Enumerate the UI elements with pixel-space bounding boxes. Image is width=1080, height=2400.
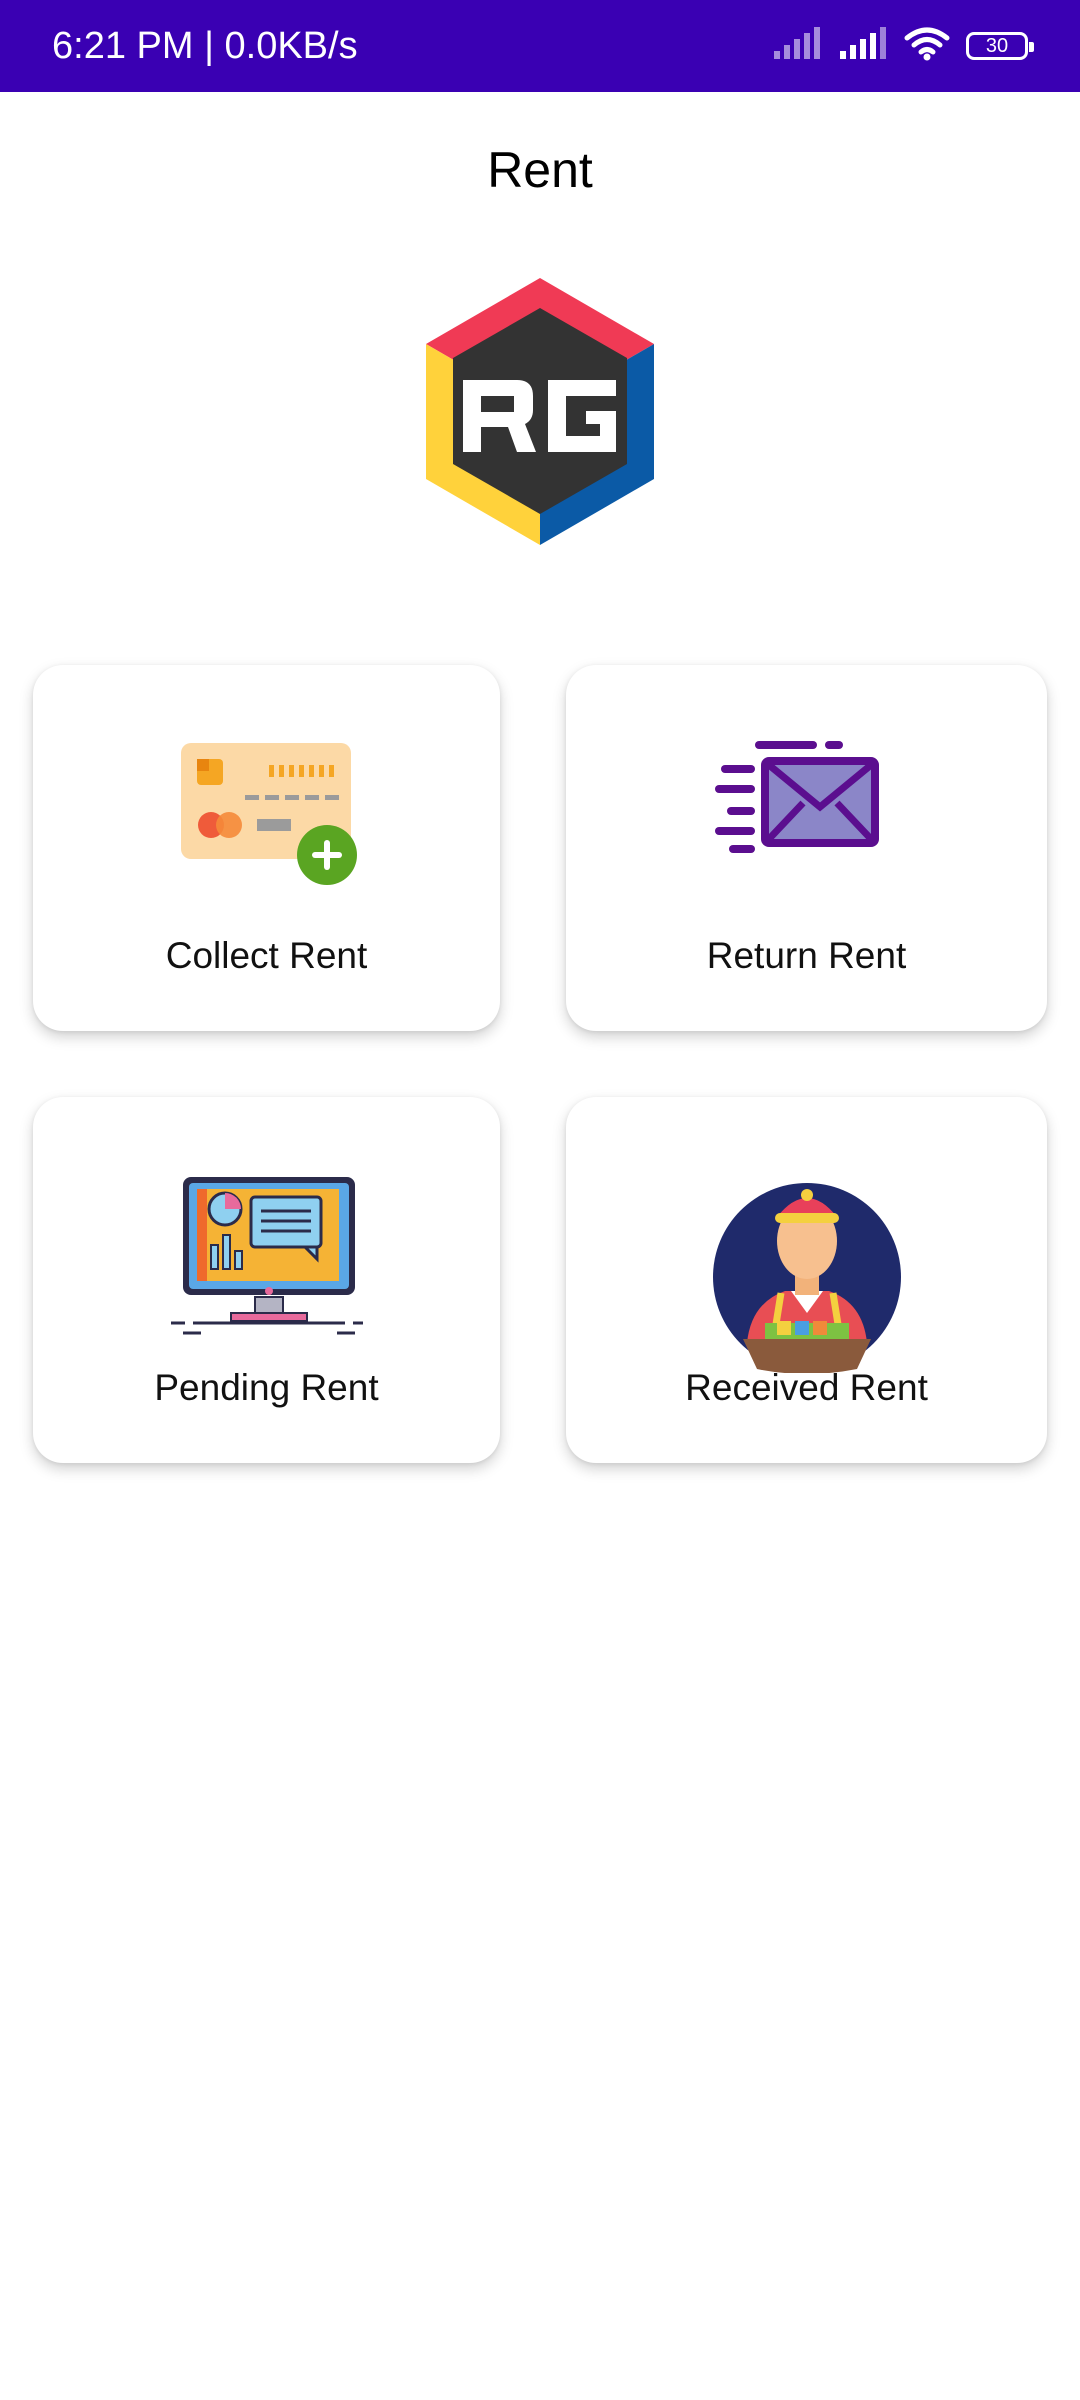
battery-icon: 30: [966, 32, 1034, 60]
page-title: Rent: [487, 142, 593, 198]
monitor-dashboard-icon: [167, 1173, 367, 1373]
pending-rent-card[interactable]: Pending Rent: [33, 1097, 500, 1463]
vendor-person-icon: [707, 1173, 907, 1374]
received-rent-card[interactable]: Received Rent: [566, 1097, 1047, 1463]
signal-icon: [838, 26, 888, 66]
return-rent-label: Return Rent: [706, 935, 907, 976]
status-icons: 30: [772, 26, 1034, 66]
pending-rent-label: Pending Rent: [154, 1367, 379, 1408]
battery-level: 30: [985, 35, 1009, 57]
received-rent-label: Received Rent: [685, 1367, 928, 1408]
mail-send-icon: [707, 741, 907, 941]
rg-logo: [415, 274, 665, 549]
credit-card-add-icon: [167, 741, 367, 941]
status-bar: 6:21 PM | 0.0KB/s 30: [0, 0, 1080, 92]
signal-icon: [772, 26, 822, 66]
status-time: 6:21 PM | 0.0KB/s: [52, 25, 358, 67]
collect-rent-card[interactable]: Collect Rent: [33, 665, 500, 1031]
return-rent-card[interactable]: Return Rent: [566, 665, 1047, 1031]
wifi-icon: [904, 27, 950, 66]
collect-rent-label: Collect Rent: [165, 935, 368, 976]
